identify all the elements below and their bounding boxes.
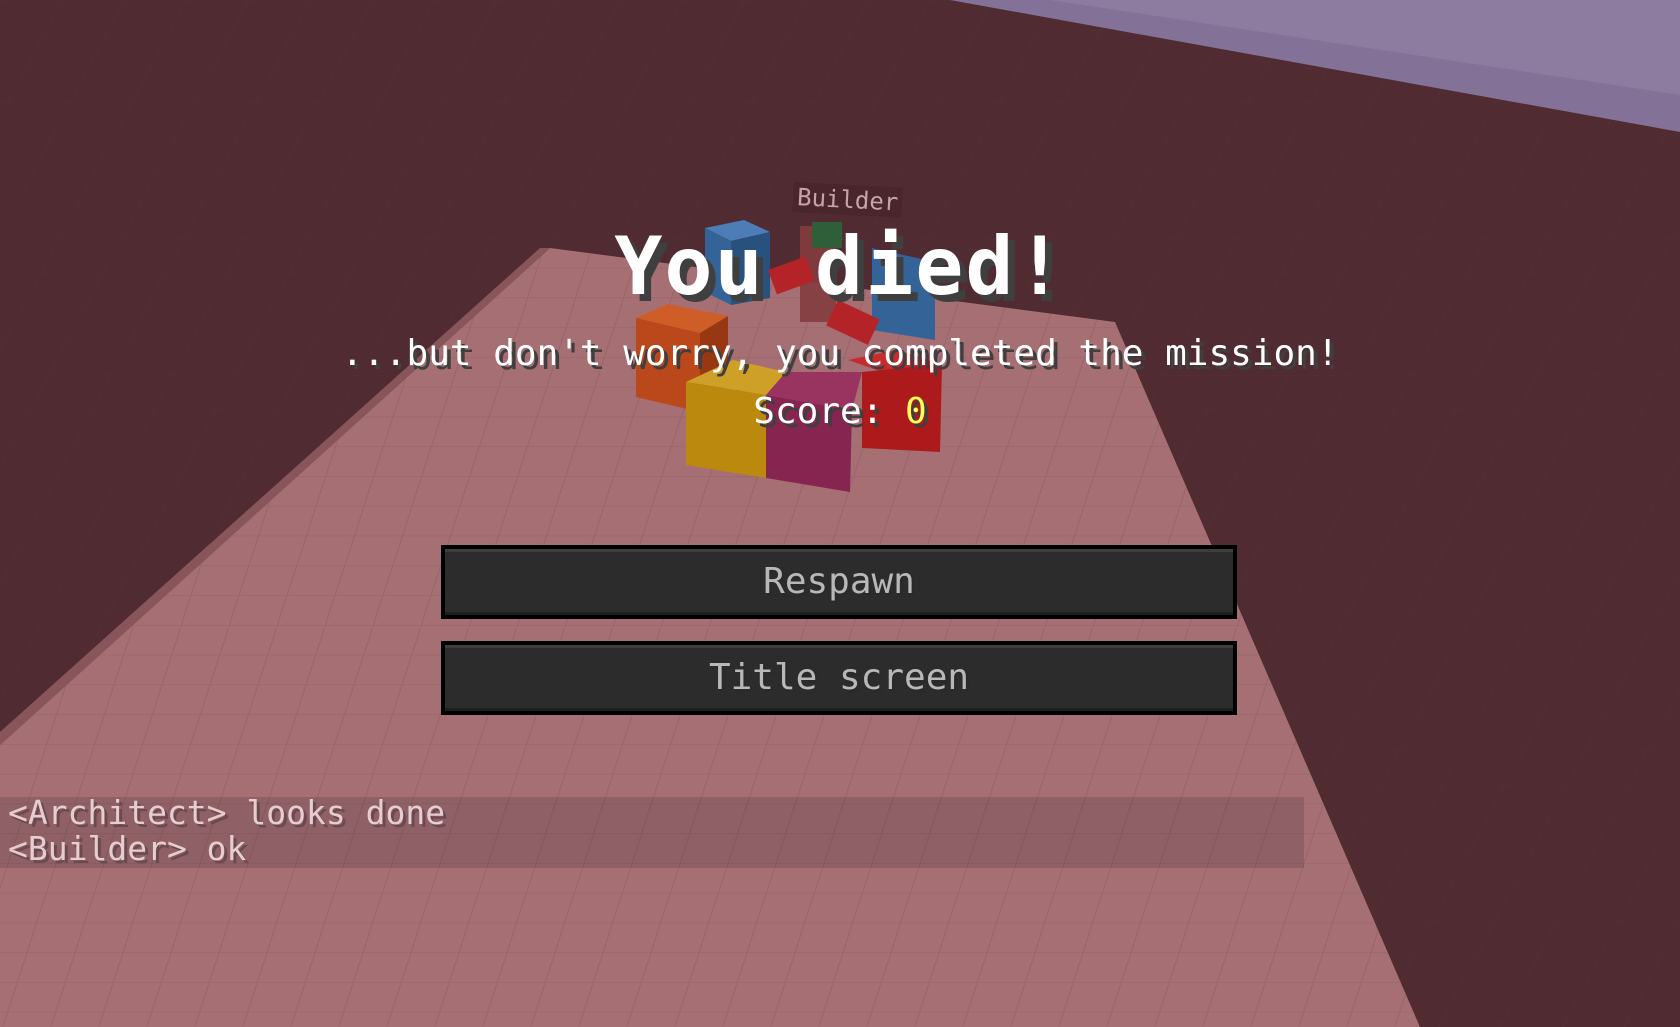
score-value: 0 xyxy=(905,391,927,432)
respawn-button[interactable]: Respawn xyxy=(441,545,1237,619)
player-nametag: Builder xyxy=(792,182,904,218)
death-subtitle: ...but don't worry, you completed the mi… xyxy=(341,333,1339,374)
game-viewport: Builder You died! ...but don't worry, yo… xyxy=(0,0,1680,1027)
world-scene xyxy=(0,0,1680,1027)
death-title: You died! xyxy=(614,220,1066,313)
chat-box: <Architect> looks done <Builder> ok xyxy=(0,793,1304,868)
title-screen-button[interactable]: Title screen xyxy=(441,641,1237,715)
score-display: Score: 0 xyxy=(0,390,1680,434)
chat-message: <Architect> looks done xyxy=(8,793,446,832)
chat-message: <Builder> ok xyxy=(8,829,247,868)
score-label: Score: xyxy=(753,391,906,432)
